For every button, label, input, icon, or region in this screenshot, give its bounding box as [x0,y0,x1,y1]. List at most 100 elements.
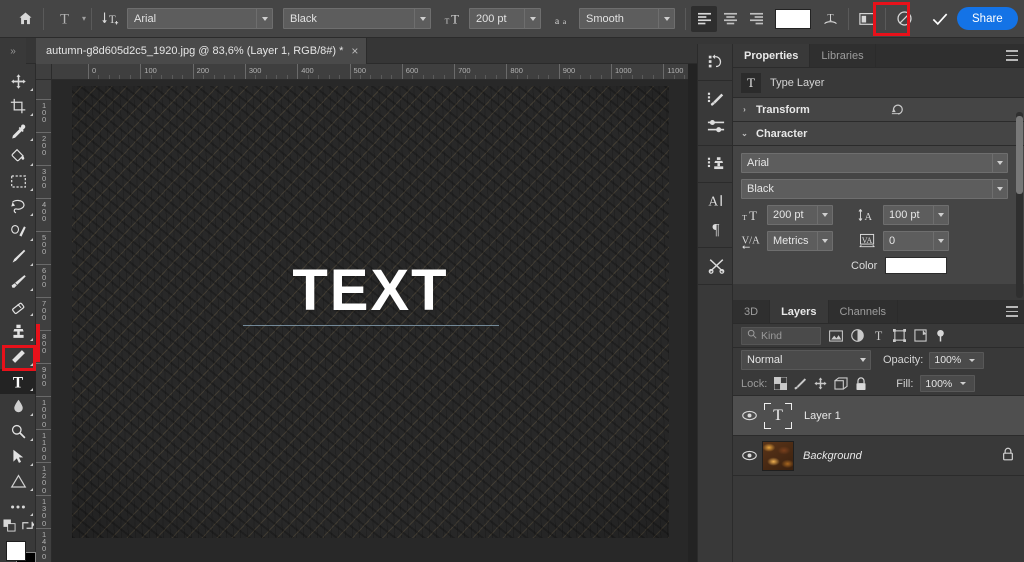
blend-mode-dropdown[interactable]: Normal [741,350,871,370]
character-color-swatch[interactable] [885,257,948,274]
blur-tool[interactable] [0,394,36,419]
align-center-icon[interactable] [717,6,743,32]
chevron-down-icon[interactable] [256,9,273,28]
layer-name[interactable]: Layer 1 [804,410,841,422]
brush-settings-panel-icon[interactable] [698,85,734,113]
warp-text-icon[interactable]: T [817,6,843,32]
chevron-down-icon[interactable] [817,206,832,224]
align-right-icon[interactable] [743,6,769,32]
panel-menu-icon[interactable] [1006,50,1018,61]
panel-menu-icon[interactable] [1006,306,1018,317]
type-tool-icon[interactable]: T [49,6,79,32]
default-colors-icon[interactable] [2,519,16,535]
pen-tool[interactable] [0,244,36,269]
lock-icon[interactable] [1002,447,1014,464]
history-panel-icon[interactable] [698,48,734,76]
home-icon[interactable] [12,6,38,32]
canvas-text-layer[interactable]: TEXT [72,262,669,320]
chevron-down-icon[interactable] [414,9,431,28]
clone-stamp-tool[interactable] [0,319,36,344]
foreground-background-colors[interactable] [0,539,36,562]
character-panel-icon[interactable]: A [698,187,734,215]
type-tool[interactable]: T [0,369,36,394]
chevron-down-icon[interactable] [965,353,978,368]
lock-artboard-nesting-icon[interactable] [834,377,848,390]
chevron-down-icon[interactable] [817,232,832,250]
chevron-down-icon[interactable] [933,232,948,250]
filter-shape-icon[interactable] [893,329,906,342]
lasso-tool[interactable] [0,194,36,219]
anti-alias-dropdown[interactable]: Smooth [579,8,676,29]
chevron-down-icon[interactable] [992,180,1007,198]
layer-name[interactable]: Background [803,450,862,462]
clone-source-panel-icon[interactable] [698,150,734,178]
character-font-style-dropdown[interactable]: Black [741,179,1008,199]
toggle-panels-icon[interactable] [854,6,880,32]
character-tracking-dropdown[interactable]: 0 [883,231,949,251]
lock-image-pixels-icon[interactable] [794,377,807,390]
adjustments-panel-icon[interactable] [698,252,734,280]
layer-row-layer-1[interactable]: T Layer 1 [733,396,1024,436]
eyedropper-tool[interactable] [0,119,36,144]
chevron-down-icon[interactable]: ⌄ [740,129,749,138]
paragraph-panel-icon[interactable]: ¶ [698,215,734,243]
commit-edit-icon[interactable] [927,6,953,32]
chevron-down-icon[interactable] [956,376,969,391]
tab-3d[interactable]: 3D [733,300,771,323]
lock-transparent-pixels-icon[interactable] [774,377,788,390]
layer-row-background[interactable]: Background [733,436,1024,476]
font-family-dropdown[interactable]: Arial [127,8,274,29]
tab-libraries[interactable]: Libraries [810,44,876,67]
spot-healing-brush-tool[interactable] [0,219,36,244]
foreground-color-swatch[interactable] [6,541,26,561]
tab-layers[interactable]: Layers [770,300,829,323]
chevron-down-icon[interactable] [524,9,541,28]
paint-bucket-tool[interactable] [0,144,36,169]
layer-filter-kind-dropdown[interactable]: Kind [741,326,821,345]
canvas-area[interactable]: TEXT [52,80,688,562]
swap-colors-icon[interactable] [21,519,34,535]
fill-field[interactable]: 100% [920,375,976,392]
filter-adjustment-icon[interactable] [851,329,864,342]
eraser-tool[interactable] [0,294,36,319]
filter-toggle-icon[interactable] [935,329,946,343]
align-left-icon[interactable] [691,5,718,32]
chevron-down-icon[interactable] [992,154,1007,172]
chevron-down-icon[interactable] [855,351,870,369]
opacity-field[interactable]: 100% [929,351,985,369]
properties-scrollbar-thumb[interactable] [1016,116,1023,194]
more-tools[interactable] [0,494,36,519]
horizontal-ruler[interactable]: 0100200300400500600700800900100011001200… [52,64,688,80]
chevron-right-icon[interactable]: › [740,105,749,114]
cancel-edit-icon[interactable] [891,6,917,32]
lock-all-icon[interactable] [855,376,867,391]
document-tab[interactable]: autumn-g8d605d2c5_1920.jpg @ 83,6% (Laye… [36,38,368,64]
character-leading-dropdown[interactable]: 100 pt [883,205,949,225]
tab-channels[interactable]: Channels [829,300,899,323]
properties-scrollbar[interactable] [1016,112,1023,298]
font-style-dropdown[interactable]: Black [283,8,432,29]
filter-smart-object-icon[interactable] [914,329,927,342]
layer-thumbnail-image[interactable] [762,440,794,471]
close-icon[interactable]: × [351,45,358,57]
text-color-swatch[interactable] [775,8,812,29]
shape-tool[interactable] [0,469,36,494]
background-photo-autumn-leaves[interactable]: TEXT [72,86,669,538]
reset-icon[interactable] [891,103,905,119]
chevron-down-icon[interactable] [933,206,948,224]
vertical-ruler[interactable]: 01 0 02 0 03 0 04 0 05 0 06 0 07 0 08 0 … [36,80,52,562]
filter-pixel-icon[interactable] [829,329,843,342]
move-tool[interactable] [0,69,36,94]
text-orientation-icon[interactable]: T [97,6,123,32]
character-section-header[interactable]: ⌄ Character [733,122,1024,146]
eye-icon[interactable] [737,450,761,461]
crop-tool[interactable] [0,94,36,119]
chevron-down-icon[interactable] [658,9,675,28]
ruler-corner[interactable] [36,64,52,80]
lock-position-icon[interactable] [814,377,827,390]
gradient-tool[interactable] [0,344,36,369]
character-font-family-dropdown[interactable]: Arial [741,153,1008,173]
path-selection-tool[interactable] [0,444,36,469]
filter-type-icon[interactable]: T [872,329,885,342]
brush-presets-panel-icon[interactable] [698,113,734,141]
